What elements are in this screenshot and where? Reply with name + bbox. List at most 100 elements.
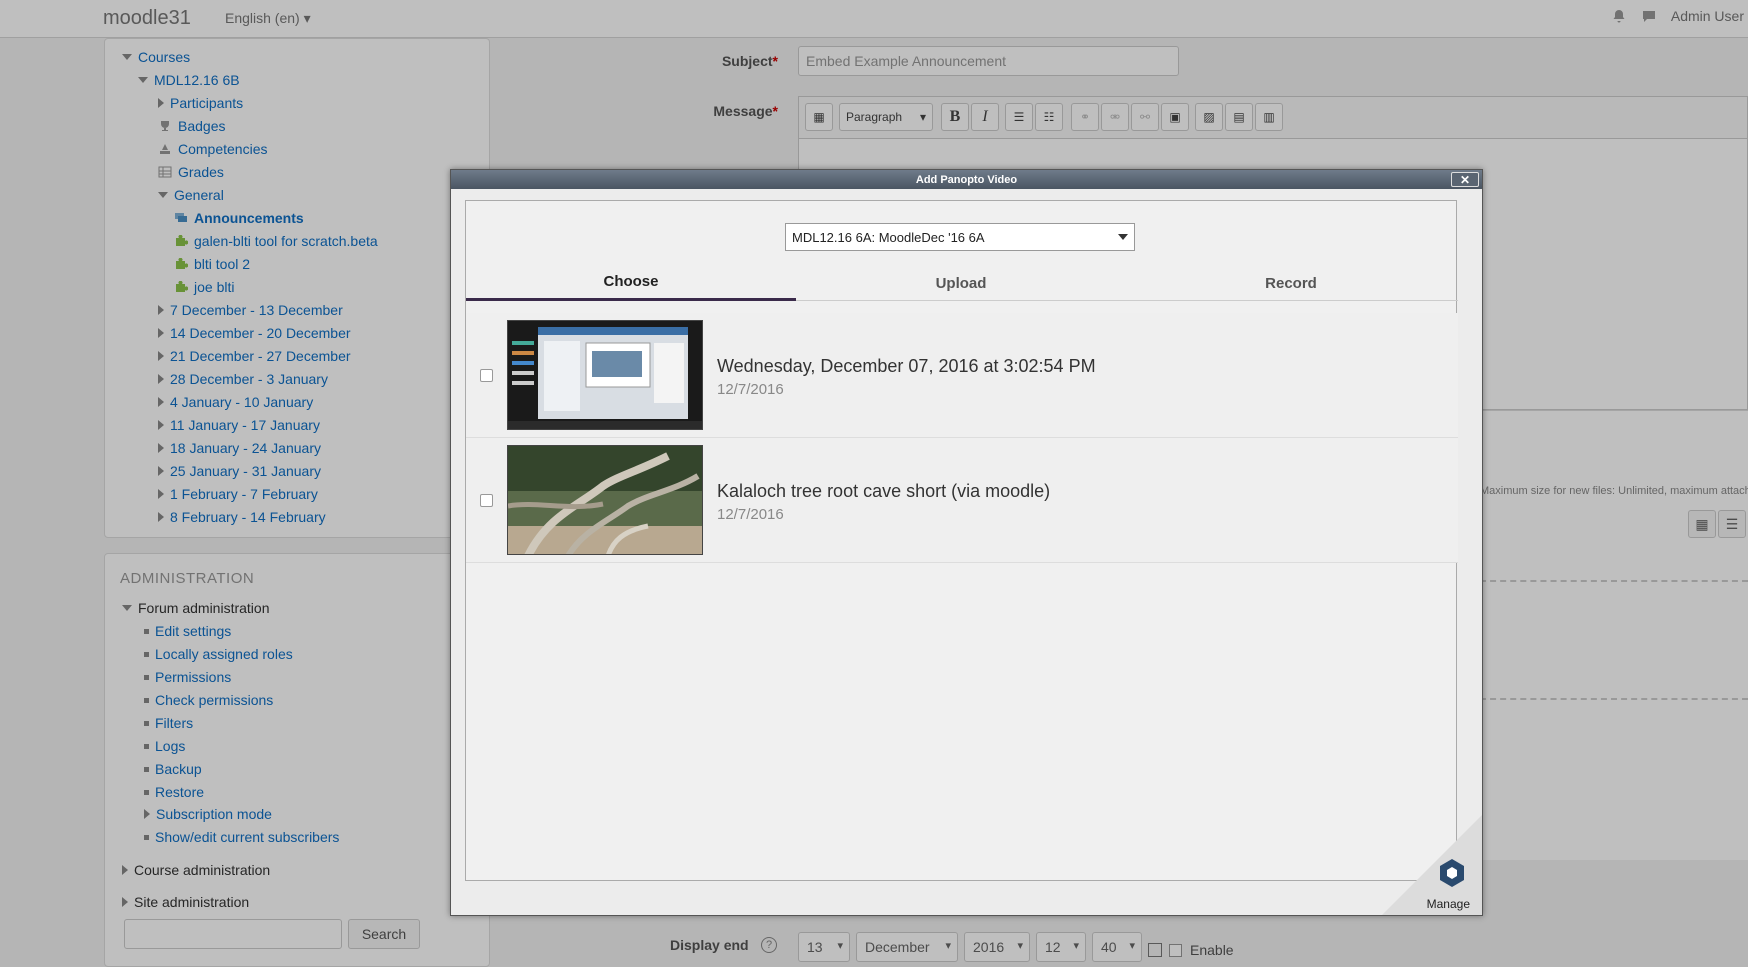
subject-input[interactable]: Embed Example Announcement xyxy=(798,46,1179,76)
nav-item[interactable]: 28 December - 3 January xyxy=(158,371,328,387)
add-panopto-video-dialog: Add Panopto Video ✕ MDL12.16 6A: MoodleD… xyxy=(450,169,1483,916)
bell-icon[interactable] xyxy=(1611,8,1627,24)
session-checkbox[interactable] xyxy=(480,369,493,382)
nav-item[interactable]: Participants xyxy=(158,95,243,111)
display-end-hour[interactable]: 12 xyxy=(1036,932,1086,962)
language-menu[interactable]: English (en) ▾ xyxy=(225,10,311,27)
calendar-icon[interactable] xyxy=(1148,943,1162,957)
nav-item[interactable]: Competencies xyxy=(158,141,268,157)
manage-button[interactable]: Manage xyxy=(1382,815,1482,915)
panopto-icon[interactable]: ▣ xyxy=(1161,103,1189,131)
dropzone-top-border xyxy=(1480,580,1748,582)
attachments-section xyxy=(1480,410,1748,860)
admin-search-button[interactable]: Search xyxy=(348,919,420,949)
nav-item[interactable]: 18 January - 24 January xyxy=(158,440,321,456)
session-row[interactable]: Wednesday, December 07, 2016 at 3:02:54 … xyxy=(466,313,1458,438)
nav-item[interactable]: galen-blti tool for scratch.beta xyxy=(174,233,378,249)
top-navbar: moodle31 English (en) ▾ Admin User xyxy=(0,0,1748,38)
triangle-right-icon xyxy=(158,466,164,476)
admin-search-input[interactable] xyxy=(124,919,342,949)
admin-item-label: Logs xyxy=(155,738,186,754)
nav-item[interactable]: Grades xyxy=(158,164,224,180)
display-end-year[interactable]: 2016 xyxy=(964,932,1030,962)
dialog-titlebar[interactable]: Add Panopto Video ✕ xyxy=(451,170,1482,189)
site-brand[interactable]: moodle31 xyxy=(103,7,191,30)
nav-item[interactable]: 25 January - 31 January xyxy=(158,463,321,479)
nav-item[interactable]: 4 January - 10 January xyxy=(158,394,313,410)
italic-icon[interactable]: I xyxy=(971,103,999,131)
folder-select[interactable]: MDL12.16 6A: MoodleDec '16 6A xyxy=(785,223,1135,251)
tab-upload[interactable]: Upload xyxy=(796,265,1126,301)
site-administration-label: Site administration xyxy=(134,894,250,910)
display-end-day[interactable]: 13 xyxy=(798,932,850,962)
triangle-down-icon xyxy=(138,77,148,83)
admin-item[interactable]: Locally assigned roles xyxy=(144,646,293,662)
triangle-right-icon xyxy=(158,374,164,384)
display-end-minute[interactable]: 40 xyxy=(1092,932,1142,962)
admin-item[interactable]: Permissions xyxy=(144,669,231,685)
session-thumbnail[interactable] xyxy=(507,445,703,555)
triangle-right-icon xyxy=(158,351,164,361)
nav-item[interactable]: Announcements xyxy=(174,210,304,226)
unlink-icon[interactable]: ⚮ xyxy=(1101,103,1129,131)
file-icon[interactable]: ▥ xyxy=(1255,103,1283,131)
nav-item[interactable]: General xyxy=(158,187,224,203)
bullet-list-icon[interactable]: ☰ xyxy=(1005,103,1033,131)
nav-item[interactable]: blti tool 2 xyxy=(174,256,250,272)
chevron-down-icon: ▾ xyxy=(919,110,926,124)
toolbar-toggle-icon[interactable]: ▦ xyxy=(805,103,833,131)
bold-icon[interactable]: B xyxy=(941,103,969,131)
message-icon[interactable] xyxy=(1641,8,1657,24)
admin-item[interactable]: Filters xyxy=(144,715,193,731)
bullet-icon xyxy=(144,674,149,680)
paragraph-select[interactable]: Paragraph ▾ xyxy=(839,103,933,131)
tab-record[interactable]: Record xyxy=(1126,265,1456,301)
nav-item[interactable]: 11 January - 17 January xyxy=(158,417,320,433)
show-subscribers[interactable]: Show/edit current subscribers xyxy=(144,829,339,845)
display-end-month[interactable]: December xyxy=(856,932,958,962)
display-end-label: Display end xyxy=(670,937,749,953)
admin-item-label: Locally assigned roles xyxy=(155,646,293,662)
help-icon[interactable]: ? xyxy=(761,937,777,953)
forum-administration[interactable]: Forum administration xyxy=(122,600,270,616)
enable-checkbox[interactable] xyxy=(1169,944,1182,957)
nav-item-label: 25 January - 31 January xyxy=(170,463,321,479)
subscription-mode[interactable]: Subscription mode xyxy=(144,806,272,822)
nav-item[interactable]: 7 December - 13 December xyxy=(158,302,343,318)
bullet-icon xyxy=(144,834,149,840)
admin-item[interactable]: Logs xyxy=(144,738,185,754)
image-icon[interactable]: ▨ xyxy=(1195,103,1223,131)
list-view-icon[interactable]: ☰ xyxy=(1718,510,1746,538)
close-button[interactable]: ✕ xyxy=(1451,172,1479,187)
admin-item[interactable]: Check permissions xyxy=(144,692,273,708)
link-icon[interactable]: ⚭ xyxy=(1071,103,1099,131)
nav-item[interactable]: 1 February - 7 February xyxy=(158,486,318,502)
bullet-icon xyxy=(144,697,149,703)
admin-item[interactable]: Restore xyxy=(144,784,204,800)
link-disabled-icon[interactable]: ⚯ xyxy=(1131,103,1159,131)
media-icon[interactable]: ▤ xyxy=(1225,103,1253,131)
user-name[interactable]: Admin User xyxy=(1671,8,1744,24)
nav-item[interactable]: joe blti xyxy=(174,279,234,295)
nav-item-label: Announcements xyxy=(194,210,304,226)
nav-item[interactable]: 21 December - 27 December xyxy=(158,348,351,364)
nav-item-label: blti tool 2 xyxy=(194,256,251,272)
admin-item[interactable]: Backup xyxy=(144,761,202,777)
session-checkbox[interactable] xyxy=(480,494,493,507)
site-administration[interactable]: Site administration xyxy=(122,894,249,910)
tab-choose[interactable]: Choose xyxy=(466,265,796,301)
numbered-list-icon[interactable]: ☷ xyxy=(1035,103,1063,131)
nav-item[interactable]: 8 February - 14 February xyxy=(158,509,326,525)
session-thumbnail[interactable] xyxy=(507,320,703,430)
grid-view-icon[interactable]: ▦ xyxy=(1688,510,1716,538)
admin-item-label: Permissions xyxy=(155,669,232,685)
admin-item[interactable]: Edit settings xyxy=(144,623,231,639)
nav-item[interactable]: MDL12.16 6B xyxy=(138,72,240,88)
session-row[interactable]: Kalaloch tree root cave short (via moodl… xyxy=(466,438,1458,563)
nav-item[interactable]: Badges xyxy=(158,118,225,134)
nav-item[interactable]: Courses xyxy=(122,49,190,65)
nav-item[interactable]: 14 December - 20 December xyxy=(158,325,351,341)
nav-item-label: Badges xyxy=(178,118,226,134)
course-administration[interactable]: Course administration xyxy=(122,862,270,878)
nav-item-label: 11 January - 17 January xyxy=(170,417,320,433)
